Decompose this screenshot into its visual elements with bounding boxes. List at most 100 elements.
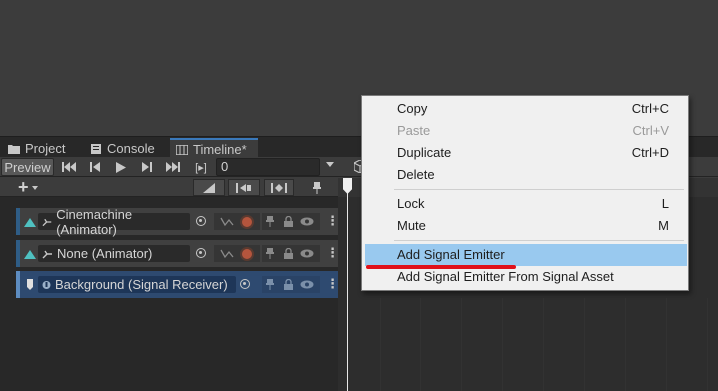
timeline-editor: Project Console Timeline* Preview [▸] 0 bbox=[0, 0, 718, 391]
lock-icon[interactable] bbox=[284, 248, 293, 259]
menu-item-label: Copy bbox=[397, 101, 428, 116]
menu-item-delete[interactable]: Delete bbox=[363, 164, 687, 186]
folder-icon bbox=[8, 144, 20, 154]
pin-icon[interactable] bbox=[266, 216, 274, 227]
skip-end-icon bbox=[166, 162, 180, 172]
caret-down-icon bbox=[31, 185, 38, 190]
keyframe-icon bbox=[271, 182, 287, 193]
pin-icon[interactable] bbox=[266, 248, 274, 259]
track-cinemachine[interactable]: Cinemachine (Animator) ⋮ bbox=[16, 207, 339, 237]
track-label-text: Cinemachine (Animator) bbox=[56, 206, 133, 237]
menu-item-paste[interactable]: Paste Ctrl+V bbox=[363, 120, 687, 142]
grid-line bbox=[543, 298, 544, 391]
pin-icon bbox=[313, 181, 321, 194]
lock-icon[interactable] bbox=[284, 216, 293, 227]
menu-item-shortcut: Ctrl+D bbox=[631, 145, 669, 160]
menu-item-copy[interactable]: Copy Ctrl+C bbox=[363, 98, 687, 120]
key-mode-button[interactable] bbox=[264, 179, 294, 196]
curves-icon[interactable] bbox=[220, 216, 234, 227]
ripple-mode-icon bbox=[203, 182, 215, 193]
menu-item-duplicate[interactable]: Duplicate Ctrl+D bbox=[363, 142, 687, 164]
tab-project[interactable]: Project bbox=[2, 139, 71, 158]
menu-item-label: Add Signal Emitter bbox=[397, 247, 505, 262]
eye-icon[interactable] bbox=[300, 249, 314, 258]
play-icon bbox=[116, 161, 126, 173]
menu-item-shortcut: M bbox=[658, 218, 669, 233]
skip-start-icon bbox=[62, 162, 76, 172]
menu-separator bbox=[394, 189, 684, 190]
track-label-text: None (Animator) bbox=[57, 246, 153, 261]
object-picker-icon[interactable] bbox=[240, 279, 250, 289]
step-forward-icon bbox=[142, 162, 152, 172]
grid-line bbox=[461, 298, 462, 391]
record-button[interactable] bbox=[240, 247, 254, 261]
annotation-underline bbox=[366, 265, 516, 269]
track-state-controls bbox=[262, 213, 320, 230]
previous-frame-button[interactable] bbox=[83, 158, 107, 176]
track-background-signal[interactable]: Background (Signal Receiver) ⋮ bbox=[16, 271, 339, 298]
tab-project-label: Project bbox=[25, 141, 66, 156]
animator-icon bbox=[42, 218, 52, 226]
tab-timeline[interactable]: Timeline* bbox=[170, 138, 258, 159]
lock-icon[interactable] bbox=[284, 279, 293, 290]
eye-icon[interactable] bbox=[300, 217, 314, 226]
curves-icon[interactable] bbox=[220, 248, 234, 259]
track-menu-icon[interactable]: ⋮ bbox=[326, 246, 339, 260]
context-menu: Copy Ctrl+C Paste Ctrl+V Duplicate Ctrl+… bbox=[361, 95, 689, 291]
pin-button[interactable] bbox=[304, 179, 330, 196]
track-menu-icon[interactable]: ⋮ bbox=[326, 214, 339, 228]
snap-mode-button[interactable] bbox=[228, 179, 260, 196]
snap-icon bbox=[236, 182, 251, 193]
track-state-controls bbox=[262, 276, 320, 293]
menu-item-label: Delete bbox=[397, 167, 435, 182]
track-binding-field[interactable]: Background (Signal Receiver) bbox=[38, 276, 236, 293]
signal-track-icon bbox=[27, 278, 33, 290]
track-none-animator[interactable]: None (Animator) ⋮ bbox=[16, 240, 339, 267]
menu-item-add-signal-emitter[interactable]: Add Signal Emitter bbox=[365, 244, 687, 266]
menu-item-label: Add Signal Emitter From Signal Asset bbox=[397, 269, 614, 284]
track-menu-icon[interactable]: ⋮ bbox=[326, 277, 339, 291]
grid-line bbox=[707, 298, 708, 391]
menu-item-label: Paste bbox=[397, 123, 431, 138]
add-track-button[interactable]: + bbox=[18, 177, 50, 197]
plus-icon: + bbox=[18, 177, 29, 197]
object-picker-icon[interactable] bbox=[196, 248, 206, 258]
preview-button[interactable]: Preview bbox=[1, 158, 54, 176]
track-binding-field[interactable]: Cinemachine (Animator) bbox=[38, 207, 190, 237]
menu-item-mute[interactable]: Mute M bbox=[363, 215, 687, 237]
grid-line bbox=[584, 298, 585, 391]
track-binding-field[interactable]: None (Animator) bbox=[38, 245, 190, 262]
tab-console-label: Console bbox=[107, 141, 155, 156]
record-button[interactable] bbox=[240, 215, 254, 229]
grid-line bbox=[420, 298, 421, 391]
menu-item-shortcut: Ctrl+V bbox=[632, 123, 669, 138]
go-to-start-button[interactable] bbox=[57, 158, 81, 176]
console-icon bbox=[91, 143, 101, 154]
clip-edit-mode-button[interactable] bbox=[193, 179, 225, 196]
menu-item-shortcut: L bbox=[661, 196, 669, 211]
menu-item-label: Lock bbox=[397, 196, 425, 211]
animation-track-icon bbox=[24, 249, 36, 259]
track-label-text: Background (Signal Receiver) bbox=[55, 277, 228, 292]
pin-icon[interactable] bbox=[266, 279, 274, 290]
menu-item-add-signal-emitter-from-asset[interactable]: Add Signal Emitter From Signal Asset bbox=[363, 266, 687, 288]
menu-item-lock[interactable]: Lock L bbox=[363, 193, 687, 215]
tab-timeline-label: Timeline* bbox=[193, 142, 247, 157]
menu-separator bbox=[394, 240, 684, 241]
tab-console[interactable]: Console bbox=[84, 139, 161, 158]
go-to-end-button[interactable] bbox=[161, 158, 185, 176]
grid-line bbox=[380, 298, 381, 391]
play-range-button[interactable]: [▸] bbox=[188, 158, 214, 176]
next-frame-button[interactable] bbox=[135, 158, 159, 176]
play-button[interactable] bbox=[109, 158, 133, 176]
grid-line bbox=[502, 298, 503, 391]
eye-icon[interactable] bbox=[300, 280, 314, 289]
step-back-icon bbox=[90, 162, 100, 172]
menu-item-label: Duplicate bbox=[397, 145, 452, 160]
frame-field[interactable]: 0 bbox=[216, 158, 320, 176]
chevron-down-icon[interactable] bbox=[326, 162, 334, 167]
menu-item-shortcut: Ctrl+C bbox=[631, 101, 669, 116]
timeline-icon bbox=[176, 144, 188, 155]
playhead-line bbox=[347, 178, 348, 391]
object-picker-icon[interactable] bbox=[196, 216, 206, 226]
